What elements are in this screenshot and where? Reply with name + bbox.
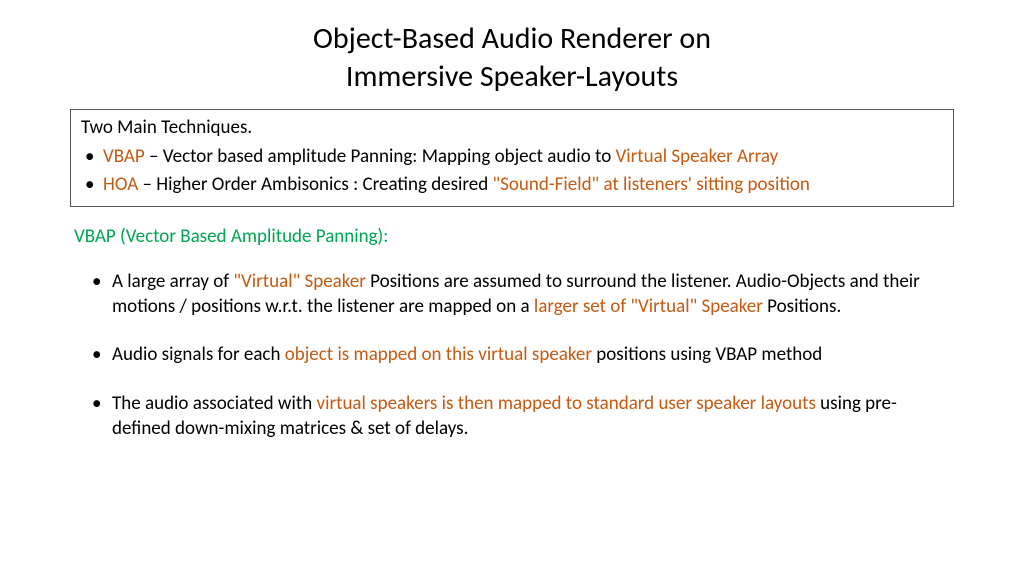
text-part: Audio signals for each bbox=[112, 343, 285, 366]
text-highlight: virtual speakers is then mapped to stand… bbox=[317, 392, 816, 415]
detail-list: A large array of "Virtual" Speaker Posit… bbox=[70, 270, 954, 441]
technique-item-hoa: HOA – Higher Order Ambisonics : Creating… bbox=[85, 171, 943, 199]
detail-item: Audio signals for each object is mapped … bbox=[92, 343, 954, 368]
box-heading: Two Main Techniques. bbox=[81, 116, 943, 139]
techniques-box: Two Main Techniques. VBAP – Vector based… bbox=[70, 109, 954, 207]
detail-item: A large array of "Virtual" Speaker Posit… bbox=[92, 270, 954, 319]
text-part: The audio associated with bbox=[112, 392, 317, 415]
title-line-2: Immersive Speaker-Layouts bbox=[346, 58, 678, 95]
title-line-1: Object-Based Audio Renderer on bbox=[313, 20, 711, 57]
text-part: Positions. bbox=[763, 295, 841, 318]
text-part: positions using VBAP method bbox=[592, 343, 822, 366]
main-content: VBAP (Vector Based Amplitude Panning): A… bbox=[70, 225, 954, 441]
tech-desc: – Vector based amplitude Panning: Mappin… bbox=[145, 145, 616, 168]
tech-highlight: "Sound-Field" at listeners' sitting posi… bbox=[493, 173, 810, 196]
text-part: A large array of bbox=[112, 270, 233, 293]
text-highlight: object is mapped on this virtual speaker bbox=[285, 343, 592, 366]
text-highlight: larger set of "Virtual" Speaker bbox=[534, 295, 763, 318]
detail-item: The audio associated with virtual speake… bbox=[92, 392, 954, 441]
tech-highlight: Virtual Speaker Array bbox=[616, 145, 779, 168]
tech-abbr: HOA bbox=[103, 173, 138, 196]
tech-desc: – Higher Order Ambisonics : Creating des… bbox=[138, 173, 492, 196]
slide-title: Object-Based Audio Renderer on Immersive… bbox=[0, 20, 1024, 95]
technique-item-vbap: VBAP – Vector based amplitude Panning: M… bbox=[85, 143, 943, 171]
techniques-list: VBAP – Vector based amplitude Panning: M… bbox=[81, 143, 943, 198]
text-highlight: "Virtual" Speaker bbox=[233, 270, 365, 293]
tech-abbr: VBAP bbox=[103, 145, 145, 168]
section-heading: VBAP (Vector Based Amplitude Panning): bbox=[70, 225, 954, 248]
